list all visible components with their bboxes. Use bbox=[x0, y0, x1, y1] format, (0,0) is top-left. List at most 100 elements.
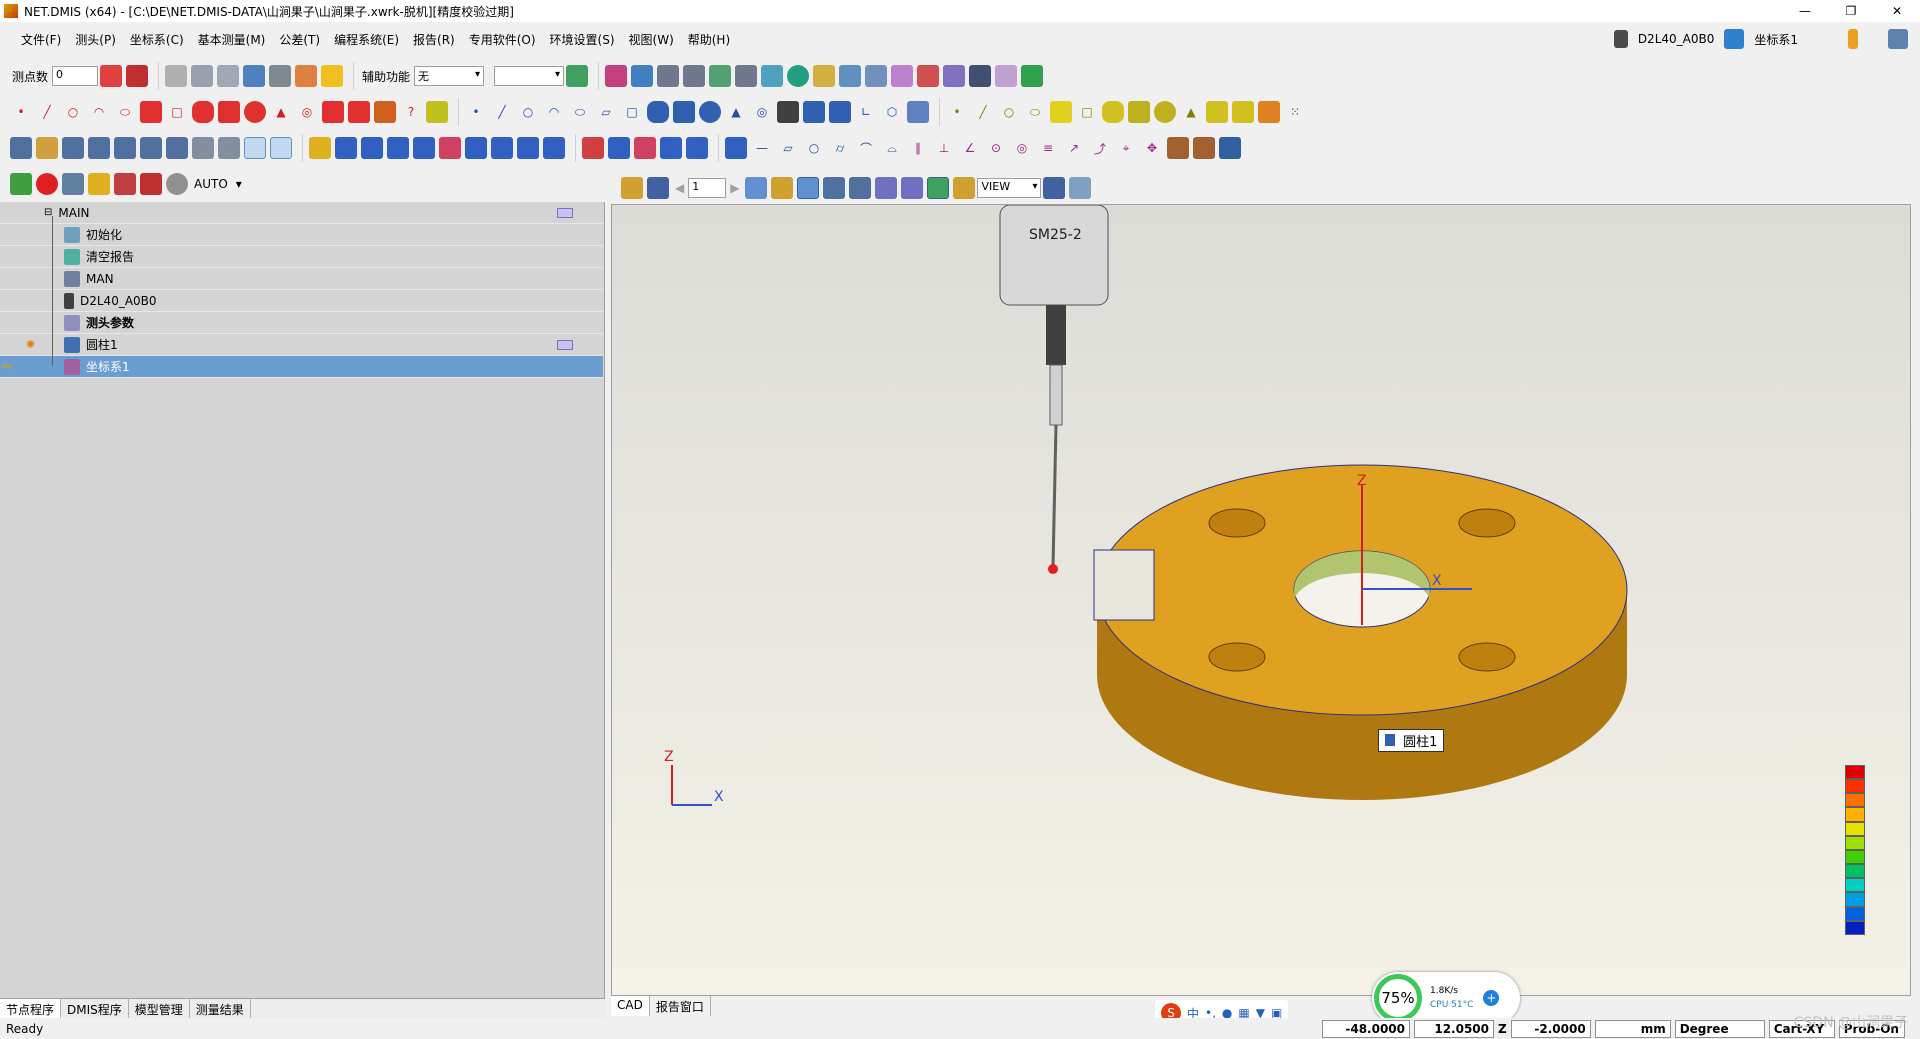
construct-image-icon[interactable] bbox=[907, 101, 929, 123]
construct-slot-icon[interactable] bbox=[647, 101, 669, 123]
aux-select[interactable]: 无 bbox=[414, 66, 485, 86]
scan-cyl-icon[interactable] bbox=[335, 137, 357, 159]
scan-wrap-icon[interactable] bbox=[543, 137, 565, 159]
recall-icon[interactable] bbox=[192, 137, 214, 159]
menu-special[interactable]: 专用软件(O) bbox=[462, 31, 543, 48]
rect-icon[interactable]: □ bbox=[166, 101, 188, 123]
rotate-icon[interactable] bbox=[709, 65, 732, 87]
construct-cylinder-icon[interactable] bbox=[673, 101, 695, 123]
tol-datum-icon[interactable] bbox=[1193, 137, 1215, 159]
cad-cone-icon[interactable]: ▲ bbox=[1180, 101, 1202, 123]
close-button[interactable]: ✕ bbox=[1874, 0, 1920, 22]
eval-grid-icon[interactable] bbox=[608, 137, 630, 159]
view-layer-icon[interactable] bbox=[927, 177, 950, 199]
path-icon[interactable] bbox=[426, 101, 448, 123]
tab-report-window[interactable]: 报告窗口 bbox=[650, 996, 711, 1016]
tree-node-man[interactable]: MAN bbox=[0, 268, 603, 290]
construct-edge-icon[interactable] bbox=[829, 101, 851, 123]
construct-cone-icon[interactable]: ▲ bbox=[725, 101, 747, 123]
curve-icon[interactable] bbox=[322, 101, 344, 123]
tab-cad[interactable]: CAD bbox=[611, 996, 650, 1016]
circle-icon[interactable]: ○ bbox=[62, 101, 84, 123]
scan-curve-icon[interactable] bbox=[387, 137, 409, 159]
cad-viewport[interactable]: Z X SM25-2 Z X 圆柱1 bbox=[611, 204, 1911, 996]
tol-chart-icon[interactable] bbox=[1219, 137, 1241, 159]
cad-line-icon[interactable]: ╱ bbox=[972, 101, 994, 123]
minimize-button[interactable]: — bbox=[1782, 0, 1828, 22]
active-coord-2-icon[interactable] bbox=[270, 137, 292, 159]
tab-model-manage[interactable]: 模型管理 bbox=[129, 999, 190, 1018]
display-icon[interactable] bbox=[1021, 65, 1044, 87]
rps-icon[interactable] bbox=[88, 137, 110, 159]
goto-icon[interactable] bbox=[191, 65, 214, 87]
rotate-coord-icon[interactable] bbox=[166, 137, 188, 159]
eval-more-icon[interactable] bbox=[686, 137, 708, 159]
home-icon[interactable] bbox=[295, 65, 318, 87]
view-arrange-icon[interactable] bbox=[849, 177, 872, 199]
cad-auto-icon[interactable] bbox=[1258, 101, 1280, 123]
menu-probe[interactable]: 测头(P) bbox=[68, 31, 123, 48]
view-save-2-icon[interactable] bbox=[1043, 177, 1066, 199]
menu-file[interactable]: 文件(F) bbox=[14, 31, 68, 48]
view-tool-icon[interactable] bbox=[771, 177, 794, 199]
next-page-icon[interactable]: ▶ bbox=[730, 181, 739, 195]
construct-gear-icon[interactable]: ⬡ bbox=[881, 101, 903, 123]
tol-parallel-icon[interactable]: ∥ bbox=[907, 137, 929, 159]
eval-icon[interactable] bbox=[582, 137, 604, 159]
construct-surface-icon[interactable] bbox=[803, 101, 825, 123]
performance-widget[interactable]: 75% 1.8K/s CPU 51°C + bbox=[1372, 972, 1520, 1024]
tab-dmis-program[interactable]: DMIS程序 bbox=[61, 999, 129, 1018]
sphere-icon[interactable] bbox=[244, 101, 266, 123]
cad-surface-icon[interactable] bbox=[1232, 101, 1254, 123]
pick-icon[interactable] bbox=[839, 65, 862, 87]
dim-icon[interactable] bbox=[875, 177, 898, 199]
menu-program[interactable]: 编程系统(E) bbox=[327, 31, 406, 48]
xyz-icon[interactable] bbox=[243, 65, 266, 87]
tol-circularity-icon[interactable]: ○ bbox=[803, 137, 825, 159]
probe-tool-icon[interactable] bbox=[605, 65, 628, 87]
zoom-out-icon[interactable] bbox=[683, 65, 706, 87]
tol-symmetry-icon[interactable]: ≡ bbox=[1037, 137, 1059, 159]
mode-value[interactable]: AUTO bbox=[194, 177, 228, 191]
render-icon[interactable] bbox=[787, 65, 810, 87]
camera-icon[interactable] bbox=[969, 65, 992, 87]
tree-node-cylinder[interactable]: 圆柱1 bbox=[0, 334, 603, 356]
slot-icon[interactable] bbox=[192, 101, 214, 123]
menu-measure[interactable]: 基本测量(M) bbox=[191, 31, 273, 48]
pin-icon[interactable] bbox=[140, 173, 162, 195]
menu-settings[interactable]: 环境设置(S) bbox=[543, 31, 622, 48]
run-icon[interactable] bbox=[10, 173, 32, 195]
align-3-2-1-icon[interactable] bbox=[62, 137, 84, 159]
cad-plane-icon[interactable] bbox=[1050, 101, 1072, 123]
cad-cylinder-icon[interactable] bbox=[1128, 101, 1150, 123]
ellipse-icon[interactable]: ⬭ bbox=[114, 101, 136, 123]
active-coord-icon[interactable] bbox=[244, 137, 266, 159]
prev-page-icon[interactable]: ◀ bbox=[675, 181, 684, 195]
tol-straightness-icon[interactable]: — bbox=[751, 137, 773, 159]
stop-icon[interactable] bbox=[36, 173, 58, 195]
torus-icon[interactable]: ◎ bbox=[296, 101, 318, 123]
tol-flatness-icon[interactable]: ▱ bbox=[777, 137, 799, 159]
tab-results[interactable]: 测量结果 bbox=[190, 999, 251, 1018]
surface-icon[interactable] bbox=[348, 101, 370, 123]
view-save-icon[interactable] bbox=[647, 177, 669, 199]
construct-curve-icon[interactable] bbox=[777, 101, 799, 123]
boost-icon[interactable]: + bbox=[1483, 990, 1500, 1006]
move-icon[interactable] bbox=[165, 65, 188, 87]
go-icon[interactable] bbox=[217, 65, 240, 87]
page-select[interactable]: 1 bbox=[688, 178, 727, 198]
cad-sphere-icon[interactable] bbox=[1154, 101, 1176, 123]
construct-line-icon[interactable]: ╱ bbox=[491, 101, 513, 123]
cad-cloud-icon[interactable]: ⁙ bbox=[1284, 101, 1306, 123]
tol-distance-icon[interactable] bbox=[725, 137, 747, 159]
save-coord-icon[interactable] bbox=[218, 137, 240, 159]
scan-icon[interactable] bbox=[309, 137, 331, 159]
cad-ellipse-icon[interactable]: ⬭ bbox=[1024, 101, 1046, 123]
erase-all-icon[interactable] bbox=[126, 65, 149, 87]
cad-slot-icon[interactable] bbox=[1102, 101, 1124, 123]
cad-rect-icon[interactable]: □ bbox=[1076, 101, 1098, 123]
probe-name[interactable]: D2L40_A0B0 bbox=[1638, 32, 1715, 46]
construct-sphere-icon[interactable] bbox=[699, 101, 721, 123]
pan-icon[interactable] bbox=[631, 65, 654, 87]
tree-node-clear-report[interactable]: 清空报告 bbox=[0, 246, 603, 268]
